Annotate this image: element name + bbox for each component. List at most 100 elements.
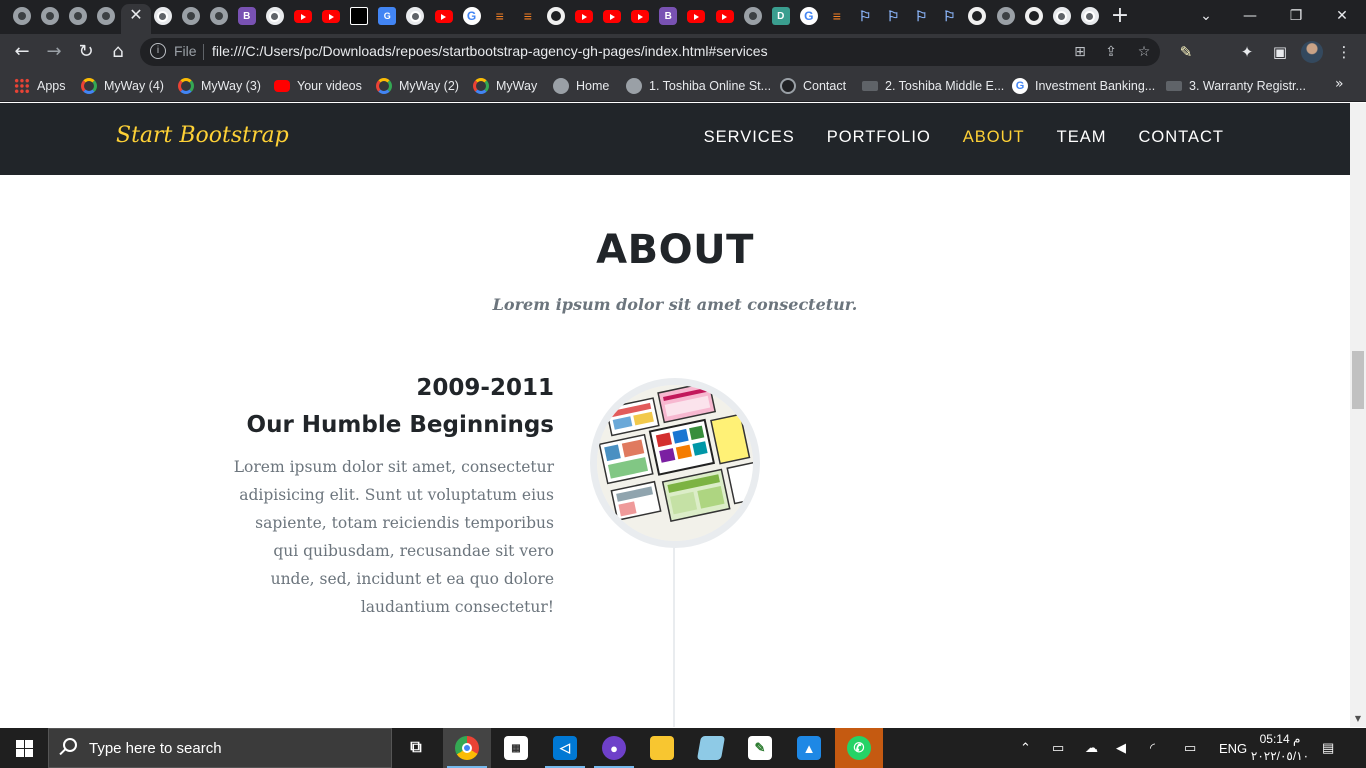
tab-github-icon[interactable] [546,7,565,25]
more-bookmarks-icon[interactable]: » [1335,76,1344,92]
forward-button[interactable]: → [42,40,66,64]
brand-logo[interactable]: Start Bootstrap [116,123,289,148]
translate-icon[interactable]: ⊞ [1070,42,1090,62]
bookmark-item[interactable]: MyWay (3) [178,76,261,96]
tab-chrome-icon[interactable] [265,7,284,25]
tab-bootstrap-icon[interactable]: B [659,7,678,25]
extension-pen-icon[interactable]: ✎ [1176,42,1196,62]
taskbar-notes-app[interactable] [687,728,735,768]
tab-td-icon[interactable]: D [771,7,790,25]
taskbar-search-box[interactable]: Type here to search [48,728,392,768]
share-icon[interactable]: ⇪ [1101,42,1121,62]
tab-globe-icon[interactable] [97,7,116,25]
close-tab-icon[interactable]: ✕ [126,5,146,27]
restore-button[interactable]: ❐ [1276,4,1316,28]
scroll-down-arrow-icon[interactable]: ▼ [1350,711,1366,727]
tab-flag-icon[interactable]: ⚐ [856,7,874,25]
tab-chrome-icon[interactable] [153,7,172,25]
tab-flag-icon[interactable]: ⚐ [912,7,930,25]
address-bar[interactable]: i File file:///C:/Users/pc/Downloads/rep… [140,38,1160,66]
tab-stackoverflow-icon[interactable]: ≡ [491,7,509,25]
task-view-button[interactable]: ⧉ [392,728,440,768]
tab-dark-square-icon[interactable] [350,7,369,25]
tab-globe-icon[interactable] [181,7,200,25]
tab-stackoverflow-icon[interactable]: ≡ [519,7,537,25]
bookmark-item[interactable]: Apps [14,76,66,96]
tab-search-chevron-icon[interactable]: ⌄ [1186,4,1226,28]
taskbar-file-explorer[interactable] [638,728,686,768]
tab-bootstrap-icon[interactable]: B [237,7,256,25]
tab-github-icon[interactable] [968,7,987,25]
side-panel-icon[interactable]: ▣ [1270,42,1290,62]
battery-icon[interactable]: ▭ [1052,728,1072,768]
new-tab-button[interactable]: + [1108,4,1132,28]
language-indicator[interactable]: ENG [1219,728,1247,768]
tab-chrome-icon[interactable] [1052,7,1071,25]
tab-youtube-icon[interactable] [322,10,341,23]
tab-stackoverflow-icon[interactable]: ≡ [828,7,846,25]
tab-globe-icon[interactable] [41,7,60,25]
tab-globe-icon[interactable] [996,7,1015,25]
url-text[interactable]: file:///C:/Users/pc/Downloads/repoes/sta… [212,43,768,59]
bookmark-item[interactable]: 1. Toshiba Online St... [626,76,771,96]
volume-icon[interactable]: ◀ [1116,728,1136,768]
close-window-button[interactable]: ✕ [1322,4,1362,28]
back-button[interactable]: ← [10,40,34,64]
taskbar-vscode[interactable]: ◁ [541,728,589,768]
reload-button[interactable]: ↻ [74,40,98,64]
menu-kebab-icon[interactable]: ⋮ [1334,42,1354,62]
bookmark-item[interactable]: MyWay [473,76,537,96]
site-info-icon[interactable]: i [150,43,166,59]
keyboard-icon[interactable]: ▭ [1184,728,1204,768]
taskbar-editor-app[interactable]: ✎ [736,728,784,768]
tab-flag-icon[interactable]: ⚐ [884,7,902,25]
taskbar-clock[interactable]: 05:14 م ٢٠٢٢/٠٥/١٠ [1250,731,1310,765]
tab-google-translate-icon[interactable]: G [378,7,397,25]
bookmark-item[interactable]: Home [553,76,609,96]
extensions-puzzle-icon[interactable]: ✦ [1237,42,1257,62]
nav-link-portfolio[interactable]: Portfolio [827,128,931,147]
wifi-icon[interactable]: ◜ [1150,728,1170,768]
bookmark-item[interactable]: Your videos [274,76,362,96]
page-scrollbar[interactable]: ▼ [1350,103,1366,727]
tab-globe-icon[interactable] [13,7,31,25]
nav-link-about[interactable]: About [963,128,1025,147]
tab-youtube-icon[interactable] [715,10,734,23]
nav-link-team[interactable]: Team [1057,128,1107,147]
bookmark-item[interactable]: MyWay (2) [376,76,459,96]
bookmark-star-icon[interactable]: ☆ [1134,42,1154,62]
tab-github-icon[interactable] [1024,7,1043,25]
tab-youtube-icon[interactable] [603,10,622,23]
tab-youtube-icon[interactable] [575,10,593,23]
taskbar-github-desktop[interactable]: ● [590,728,638,768]
tab-chrome-icon[interactable] [1080,7,1099,25]
tab-youtube-icon[interactable] [434,10,453,23]
notifications-icon[interactable]: ▤ [1322,728,1346,768]
scrollbar-thumb[interactable] [1352,351,1364,409]
nav-link-contact[interactable]: Contact [1138,128,1224,147]
home-button[interactable]: ⌂ [106,40,130,64]
tab-flag-icon[interactable]: ⚐ [940,7,958,25]
taskbar-whatsapp[interactable]: ✆ [835,728,883,768]
tab-globe-icon[interactable] [69,7,88,25]
tab-youtube-icon[interactable] [294,10,312,23]
taskbar-calendar-app[interactable]: ▦ [492,728,540,768]
nav-link-services[interactable]: Services [704,128,795,147]
bookmark-item[interactable]: G Investment Banking... [1012,76,1155,96]
tab-chrome-icon[interactable] [406,7,425,25]
tab-youtube-icon[interactable] [687,10,706,23]
taskbar-chrome[interactable] [443,728,491,768]
minimize-button[interactable]: — [1230,4,1270,28]
tray-overflow-chevron-icon[interactable]: ⌃ [1020,728,1040,768]
tab-google-icon[interactable]: G [462,7,481,25]
tab-youtube-icon[interactable] [631,10,650,23]
taskbar-photos[interactable]: ▲ [785,728,833,768]
bookmark-item[interactable]: MyWay (4) [81,76,164,96]
bookmark-item[interactable]: Contact [780,76,846,96]
onedrive-cloud-icon[interactable]: ☁ [1085,728,1105,768]
profile-avatar[interactable] [1301,41,1323,63]
start-button[interactable] [0,728,48,768]
bookmark-item[interactable]: 3. Warranty Registr... [1166,76,1306,96]
tab-google-icon[interactable]: G [799,7,818,25]
bookmark-item[interactable]: 2. Toshiba Middle E... [862,76,1004,96]
